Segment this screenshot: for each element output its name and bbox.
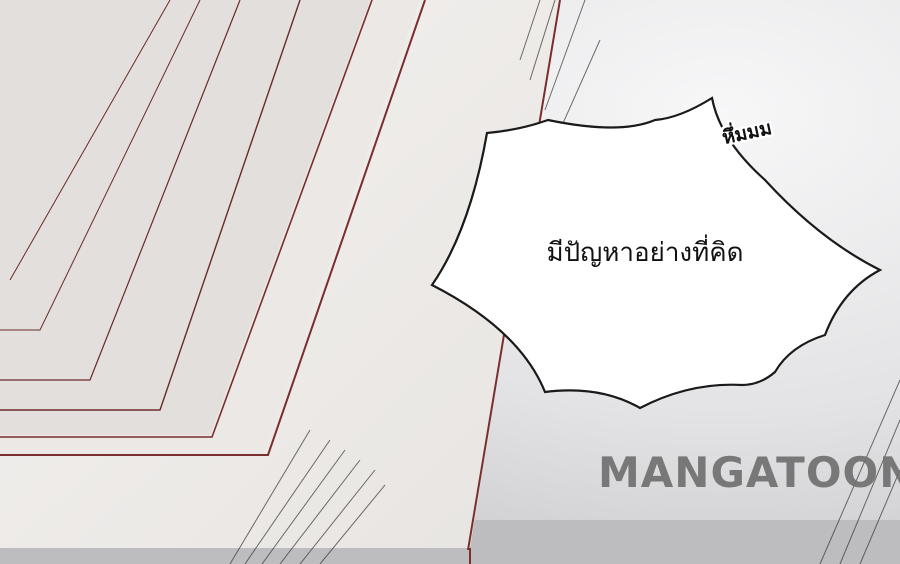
speech-bubble-text: มีปัญหาอย่างที่คิด [546, 238, 744, 268]
watermark-logo: MANGATOON [598, 448, 900, 497]
